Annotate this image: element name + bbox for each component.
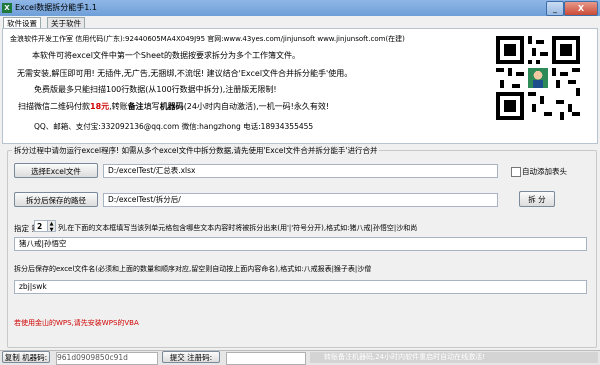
group-title: 拆分过程中请勿运行excel程序! 如需从多个excel文件中拆分数据,请先使用… xyxy=(12,145,380,156)
excel-file-path-field[interactable]: D:/excelTest/汇总表.xlsx xyxy=(103,164,498,178)
wps-note: 若使用金山的WPS,请先安装WPS的VBA xyxy=(14,319,139,327)
file-names-field[interactable]: zbj|swk xyxy=(14,280,587,294)
save-path-button[interactable]: 拆分后保存的路径 xyxy=(14,192,98,207)
file-naming-label: 拆分后保存的excel文件名(必须和上面的数量和顺序对应,留空则自动按上面内容命… xyxy=(14,265,372,273)
free-version-note: 免费版最多只能扫描100行数据(从100行数据中拆分),注册版无限制! xyxy=(34,85,277,94)
wechat-pay-qr-icon xyxy=(496,36,580,120)
save-path-field[interactable]: D:/excelTest/拆分后/ xyxy=(103,193,498,207)
description-line: 本软件可将excel文件中第一个Sheet的数据按要求拆分为多个工作簿文件。 xyxy=(32,51,301,60)
column-spinner[interactable]: ▲ ▼ xyxy=(48,220,56,233)
machine-code-field[interactable]: 961d0909850c91d xyxy=(56,352,158,365)
contact-info: QQ、邮箱、支付宝:332092136@qq.com 微信:hangzhong … xyxy=(34,122,314,131)
submit-register-code-button[interactable]: 提交 注册码: xyxy=(162,351,220,363)
auto-header-checkbox[interactable] xyxy=(511,167,521,177)
close-button[interactable]: X xyxy=(564,1,598,16)
company-info: 金浪软件开发工作室 信用代码(广东):92440605MA4X049J95 官网… xyxy=(10,35,405,43)
auto-header-label: 自动添加表头 xyxy=(522,167,567,176)
select-excel-button[interactable]: 选择Excel文件 xyxy=(14,163,98,178)
copy-machine-code-button[interactable]: 复制 机器码: xyxy=(2,351,50,363)
register-code-input[interactable] xyxy=(226,352,306,365)
match-text-field[interactable]: 猪八戒|孙悟空 xyxy=(14,237,587,251)
split-button[interactable]: 拆 分 xyxy=(519,191,555,207)
minimize-button[interactable]: _ xyxy=(546,1,564,16)
payment-instruction: 扫描微信二维码付款18元,转账备注填写机器码(24小时内自动激活),一机一码!永… xyxy=(18,102,330,111)
window-title: Excel数据拆分能手1.1 xyxy=(15,3,97,12)
excel-icon: X xyxy=(2,3,12,13)
column-instruction-label: 列,在下面的文本框填写当该列单元格包含哪些文本内容时将被拆分出来(用'|'符号分… xyxy=(58,224,418,232)
feature-line: 无需安装,解压即可用! 无插件,无广告,无捆绑,不流氓! 建议结合'Excel文… xyxy=(17,69,353,78)
column-number-input[interactable]: 2 xyxy=(34,220,48,232)
activation-note: 转账备注机器码,24小时内软件重启时自动在线激活! xyxy=(310,352,598,363)
